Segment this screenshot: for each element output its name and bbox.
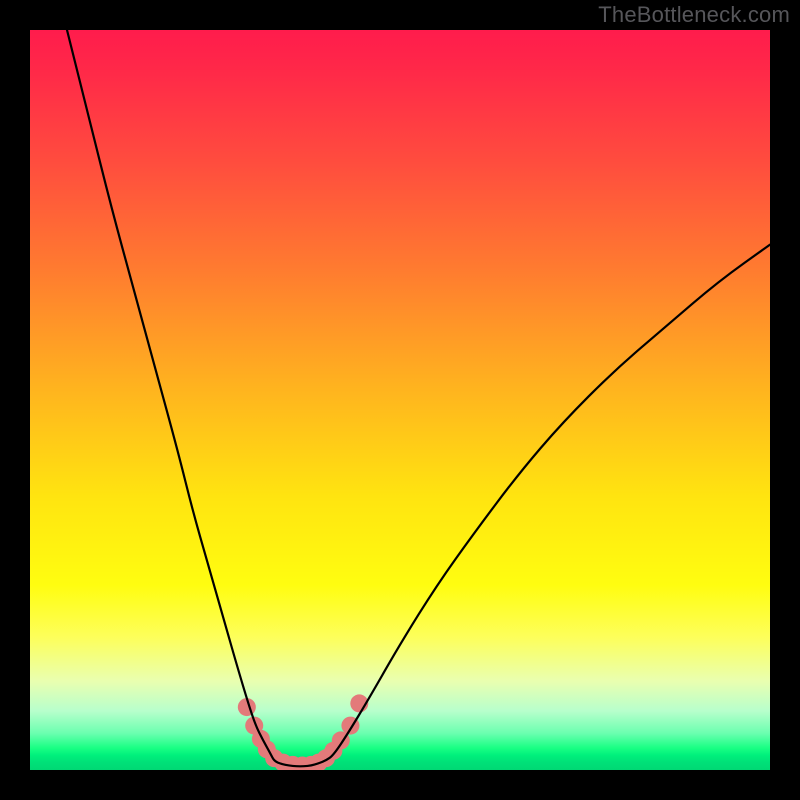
bottleneck-curve bbox=[67, 30, 770, 766]
plot-area bbox=[30, 30, 770, 770]
watermark-text: TheBottleneck.com bbox=[598, 2, 790, 28]
chart-frame: TheBottleneck.com bbox=[0, 0, 800, 800]
chart-svg bbox=[30, 30, 770, 770]
